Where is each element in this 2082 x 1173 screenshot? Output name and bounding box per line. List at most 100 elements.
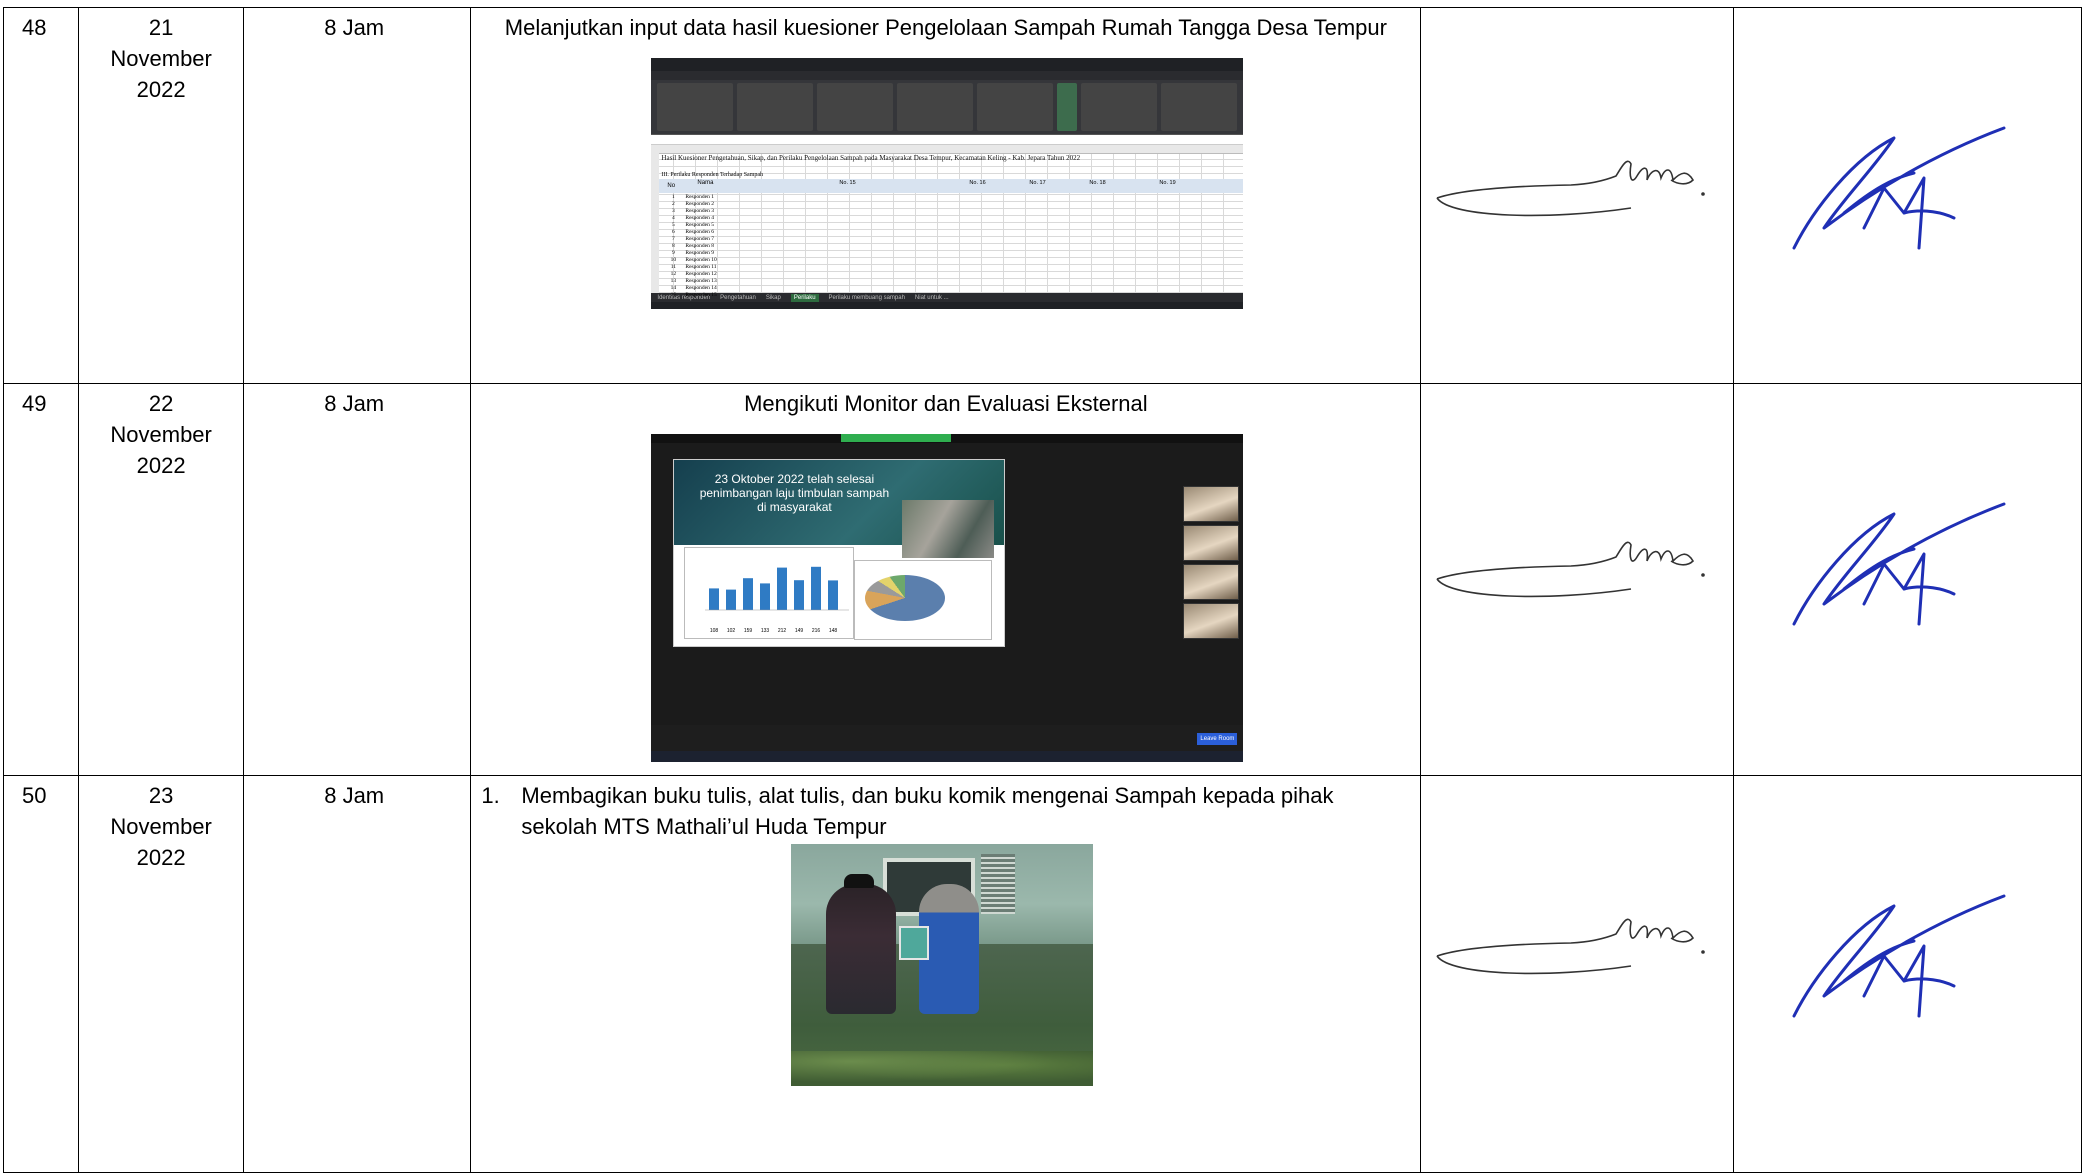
sheet-header-band: No Nama No. 15 No. 16 No. 17 No. 18 No. … — [659, 179, 1244, 193]
signature-1 — [1436, 160, 1706, 217]
cell-date: 23 November 2022 — [78, 775, 245, 1173]
windows-taskbar — [651, 751, 1244, 762]
cell-duration: 8 Jam — [243, 775, 472, 1173]
q-header: No. 16 — [969, 180, 986, 186]
chart-bar — [811, 566, 822, 610]
participant-video[interactable] — [1183, 564, 1240, 600]
col-no-header: No — [667, 183, 676, 189]
activity-text: Mengikuti Monitor dan Evaluasi Eksternal — [744, 391, 1148, 416]
cell-date: 21 November 2022 — [78, 7, 245, 384]
chart-bar — [709, 588, 720, 610]
chart-data-label: 133 — [761, 628, 770, 634]
cell-activity: Melanjutkan input data hasil kuesioner P… — [470, 7, 1422, 384]
cell-signature-1 — [1420, 7, 1734, 384]
excel-formula-bar — [651, 135, 1244, 145]
cell-no: 49 — [2, 383, 80, 776]
cell-date: 22 November 2022 — [78, 383, 245, 776]
excel-titlebar — [651, 58, 1244, 71]
q-header: No. 18 — [1089, 180, 1106, 186]
chart-data-label: 159 — [744, 628, 753, 634]
cell-signature-1 — [1420, 383, 1734, 776]
sheet-tab[interactable]: Perilaku — [790, 293, 819, 302]
excel-grid: Hasil Kuesioner Pengetahuan, Sikap, dan … — [651, 145, 1244, 298]
chart-data-label: 148 — [829, 628, 838, 634]
list-number: 1. — [481, 783, 500, 808]
chart-data-label: 212 — [778, 628, 787, 634]
signature-2 — [1792, 126, 2006, 250]
bar-chart-svg: 108 102 159 133 212 149 216 148 — [705, 566, 850, 634]
signature-1 — [1436, 918, 1706, 975]
excel-screenshot: Hasil Kuesioner Pengetahuan, Sikap, dan … — [651, 58, 1244, 364]
respondent-row: 13 Responden 13 — [670, 278, 717, 284]
slide-pie-chart — [854, 560, 993, 640]
sheet-tab[interactable]: Pengetahuan — [720, 294, 756, 302]
activity-text: Melanjutkan input data hasil kuesioner P… — [504, 15, 1387, 40]
activity-text: Membagikan buku tulis, alat tulis, dan b… — [521, 783, 1334, 839]
sheet-section: III. Perilaku Responden Terhadap Sampah — [661, 172, 764, 178]
respondent-row: 2 Responden 2 — [672, 201, 714, 207]
cell-activity: 1. Membagikan buku tulis, alat tulis, da… — [470, 775, 1422, 1173]
zoom-controls-bar: Leave Room — [651, 725, 1244, 751]
sheet-title: Hasil Kuesioner Pengetahuan, Sikap, dan … — [661, 154, 1081, 162]
respondent-row: 10 Responden 10 — [670, 257, 717, 263]
shared-slide: 23 Oktober 2022 telah selesai penimbanga… — [673, 459, 1006, 647]
cell-no: 50 — [2, 775, 80, 1173]
participant-thumbnails — [1183, 486, 1240, 642]
cell-signature-2 — [1732, 383, 2082, 776]
row-duration: 8 Jam — [324, 391, 385, 416]
signature-2 — [1792, 502, 2006, 626]
row-duration: 8 Jam — [324, 15, 385, 40]
row-duration: 8 Jam — [324, 783, 385, 808]
activity-list-item: 1. Membagikan buku tulis, alat tulis, da… — [471, 776, 1420, 842]
respondent-row: 12 Responden 12 — [670, 271, 717, 277]
cell-signature-2 — [1732, 775, 2082, 1173]
cell-duration: 8 Jam — [243, 383, 472, 776]
chart-bar — [794, 580, 805, 610]
participant-video[interactable] — [1183, 525, 1240, 561]
cell-signature-1 — [1420, 775, 1734, 1173]
leave-room-label: Leave Room — [1200, 736, 1235, 742]
handover-photo — [791, 844, 1094, 1086]
row-number: 48 — [22, 15, 47, 40]
sheet-tab[interactable]: Perilaku membuang sampah — [829, 294, 905, 302]
row-date: 21 November 2022 — [110, 15, 212, 102]
cell-no: 48 — [2, 7, 80, 384]
cell-duration: 8 Jam — [243, 7, 472, 384]
zoom-topbar — [651, 434, 1244, 443]
table-row: 48 21 November 2022 8 Jam Melanjutkan in… — [2, 7, 2082, 384]
q-header: No. 15 — [839, 180, 856, 186]
respondent-row: 15 Responden 15 — [670, 292, 717, 298]
chart-bar — [726, 589, 737, 610]
respondent-list: 1 Responden 1 2 Responden 2 3 Responden 3 4 Res… — [661, 194, 717, 299]
row-date: 22 November 2022 — [110, 391, 212, 478]
cell-activity: Mengikuti Monitor dan Evaluasi Eksternal… — [470, 383, 1422, 776]
slide-title: 23 Oktober 2022 telah selesai penimbanga… — [699, 472, 890, 514]
leave-room-button[interactable]: Leave Room — [1197, 733, 1238, 745]
respondent-row: 8 Responden 8 — [672, 243, 714, 249]
respondent-row: 6 Responden 6 — [672, 229, 714, 235]
zoom-screenshot: 23 Oktober 2022 telah selesai penimbanga… — [651, 434, 1244, 762]
slide-photo — [902, 500, 995, 558]
chart-data-label: 149 — [795, 628, 804, 634]
participant-video[interactable] — [1183, 486, 1240, 522]
chart-bar — [743, 578, 754, 610]
participant-video[interactable] — [1183, 603, 1240, 639]
respondent-row: 4 Responden 4 — [672, 215, 714, 221]
sheet-tab[interactable]: Sikap — [766, 294, 781, 302]
table-row: 49 22 November 2022 8 Jam Mengikuti Moni… — [2, 383, 2082, 776]
signature-1 — [1436, 541, 1706, 598]
table-row: 50 23 November 2022 8 Jam 1. Membagikan … — [2, 775, 2082, 1173]
row-number: 49 — [22, 391, 47, 416]
col-name-header: Nama — [697, 180, 714, 186]
respondent-row: 9 Responden 9 — [672, 250, 714, 256]
chart-data-label: 108 — [710, 628, 719, 634]
respondent-row: 1 Responden 1 — [672, 194, 714, 200]
excel-sheet-tabs: Identitas responden Pengetahuan Sikap Peril… — [651, 293, 1244, 302]
chart-bar — [760, 583, 771, 610]
excel-menubar — [651, 71, 1244, 80]
sheet-tab[interactable]: Niat untuk ... — [915, 294, 949, 302]
excel-statusbar — [651, 302, 1244, 309]
respondent-row: 14 Responden 14 — [670, 285, 717, 291]
row-date: 23 November 2022 — [110, 783, 212, 870]
respondent-row: 11 Responden 11 — [670, 264, 717, 270]
